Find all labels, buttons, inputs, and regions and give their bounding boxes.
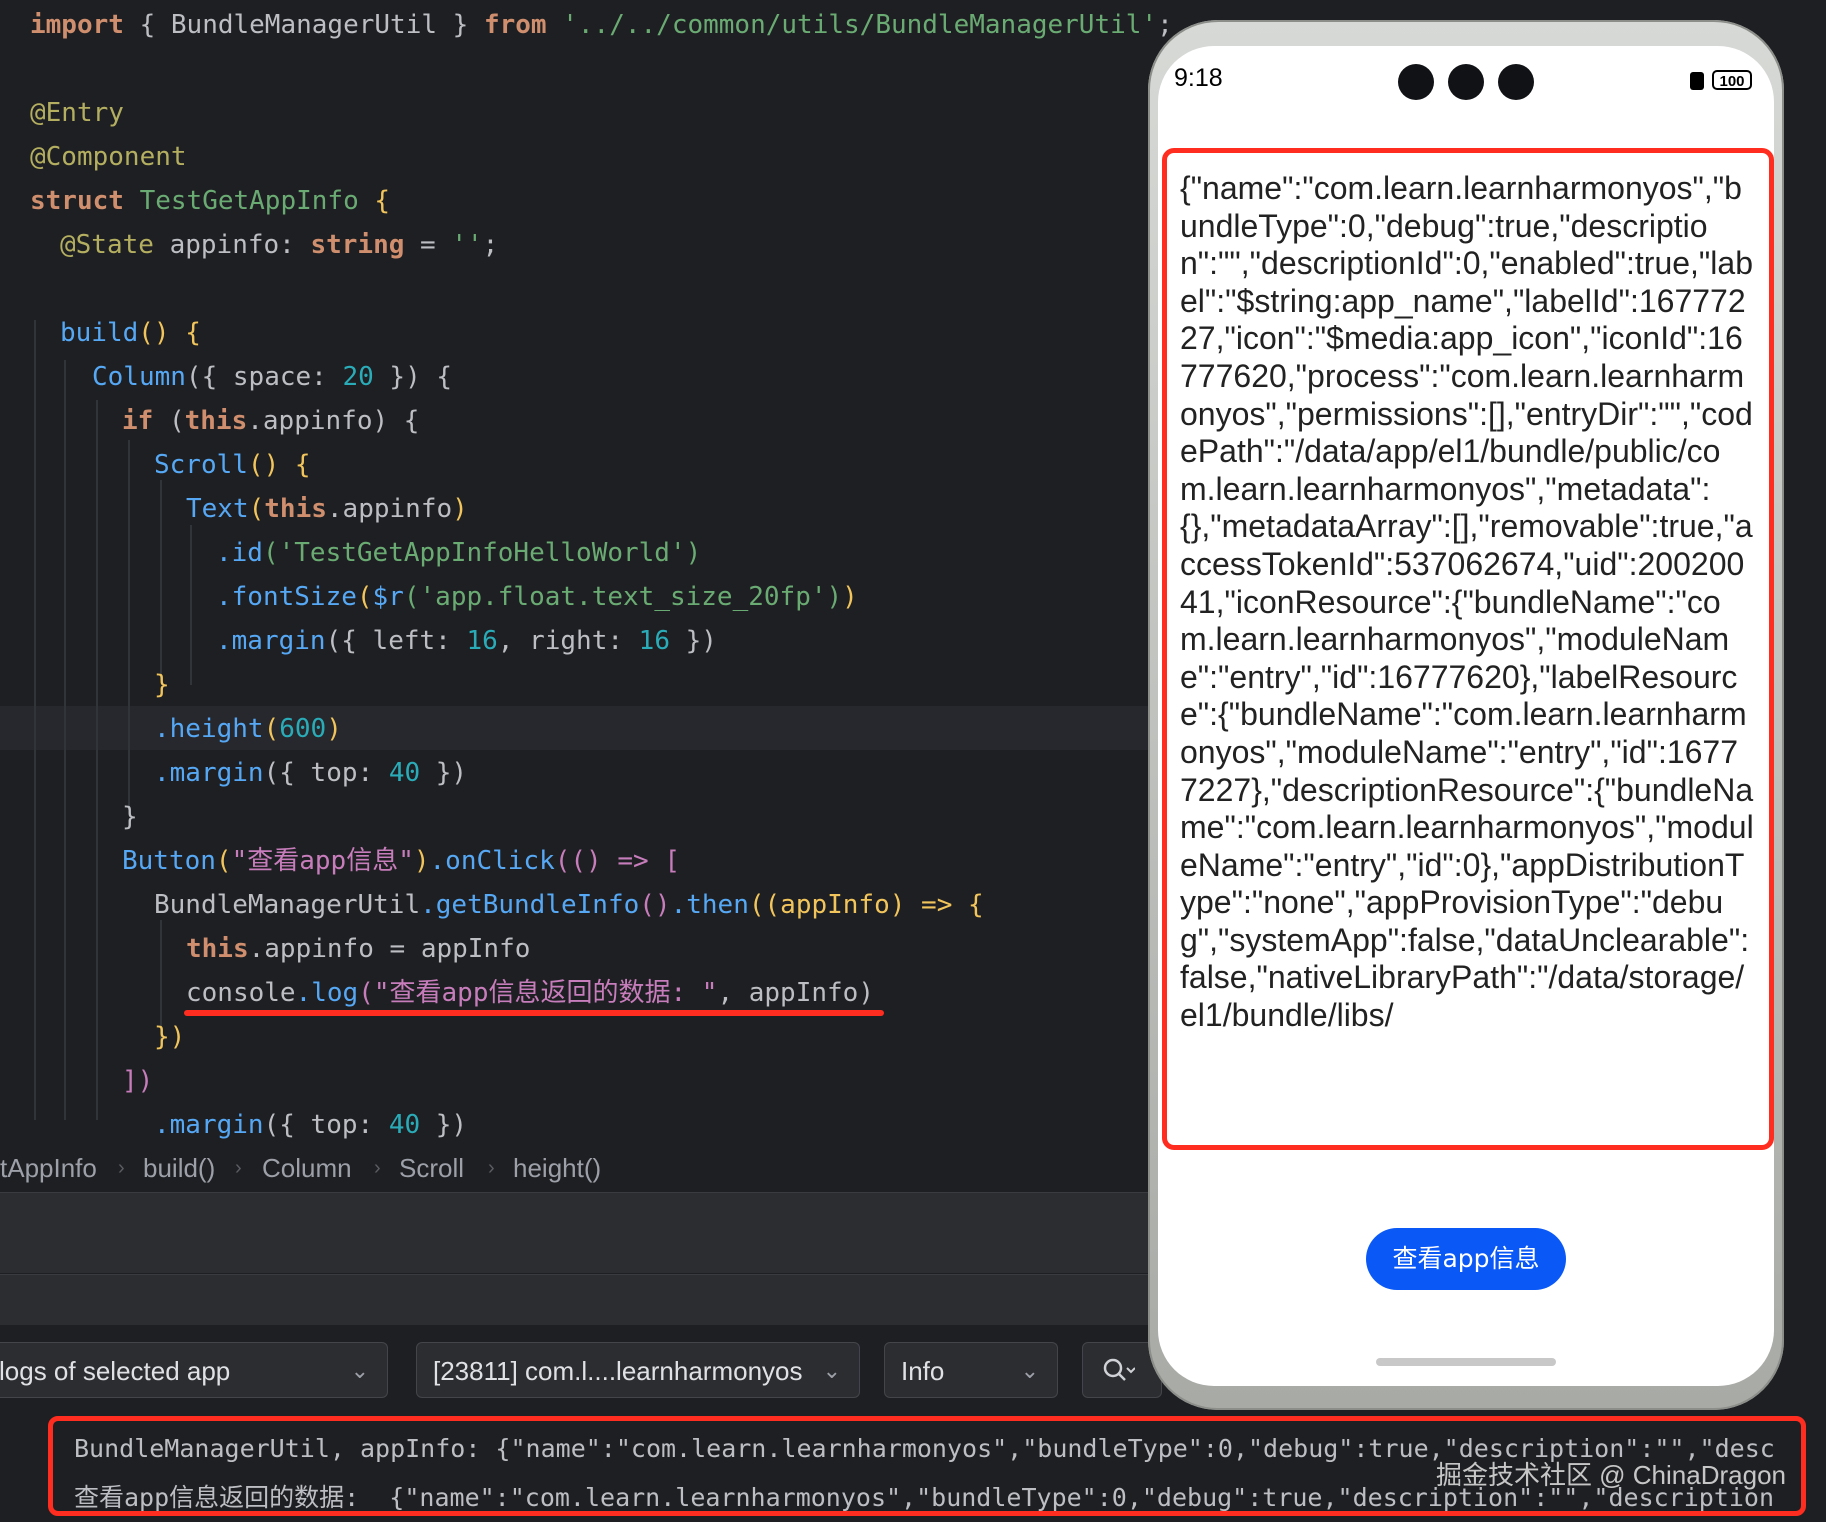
search-icon xyxy=(1103,1358,1135,1381)
chevron-down-icon: ⌄ xyxy=(350,1358,369,1383)
indent-guide xyxy=(64,360,66,1120)
code-line-component: @Component xyxy=(30,142,187,172)
code-line-close-if: } xyxy=(122,802,138,832)
red-underline xyxy=(184,1010,884,1016)
code-line-height: .height(600) xyxy=(154,714,342,744)
view-app-info-button[interactable]: 查看app信息 xyxy=(1366,1228,1566,1290)
code-line-margin: .margin({ left: 16, right: 16 }) xyxy=(216,626,717,656)
panel-header xyxy=(0,1192,1160,1273)
indent-guide xyxy=(128,440,130,810)
process-label: [23811] com.l....learnharmonyos xyxy=(433,1356,803,1386)
breadcrumb: tAppInfo › build() › Column › Scroll › h… xyxy=(0,1148,1160,1188)
code-line-close-then: }) xyxy=(154,1022,186,1052)
code-line-fontsize: .fontSize($r('app.float.text_size_20fp')… xyxy=(216,582,858,612)
code-line-column: Column({ space: 20 }) { xyxy=(92,362,453,392)
camera-icon xyxy=(1448,64,1484,100)
lock-icon xyxy=(1690,72,1704,90)
app-info-highlight-box xyxy=(1162,148,1774,1150)
indent-guide xyxy=(190,525,192,685)
process-dropdown[interactable]: [23811] com.l....learnharmonyos ⌄ xyxy=(416,1342,860,1398)
log-level-label: Info xyxy=(901,1356,945,1386)
log-level-dropdown[interactable]: Info ⌄ xyxy=(884,1342,1058,1398)
breadcrumb-separator-icon: › xyxy=(488,1157,495,1179)
watermark: 掘金技术社区 @ ChinaDragon xyxy=(1435,1460,1786,1490)
battery-icon: 100 xyxy=(1712,70,1752,90)
indent-guide xyxy=(96,400,98,1120)
code-line-scroll: Scroll() { xyxy=(154,450,311,480)
code-line-build: build() { xyxy=(60,318,201,348)
code-line-close-scroll: } xyxy=(154,670,170,700)
code-line-state: @State appinfo: string = ''; xyxy=(60,230,499,260)
code-line-assign: this.appinfo = appInfo xyxy=(186,934,531,964)
code-line-text: Text(this.appinfo) xyxy=(186,494,468,524)
breadcrumb-item-column[interactable]: Column xyxy=(262,1148,352,1188)
breadcrumb-item-height[interactable]: height() xyxy=(513,1148,601,1188)
code-line-import: import { BundleManagerUtil } from '../..… xyxy=(30,10,1173,40)
breadcrumb-separator-icon: › xyxy=(118,1157,125,1179)
code-line-getbundleinfo: BundleManagerUtil.getBundleInfo().then((… xyxy=(154,890,984,920)
indent-guide xyxy=(34,320,36,1120)
code-line-id: .id('TestGetAppInfoHelloWorld') xyxy=(216,538,702,568)
camera-icon xyxy=(1398,64,1434,100)
code-line-struct: struct TestGetAppInfo { xyxy=(30,186,391,216)
home-indicator[interactable] xyxy=(1376,1358,1556,1366)
code-line-if: if (this.appinfo) { xyxy=(122,406,420,436)
panel-subheader xyxy=(0,1274,1160,1325)
breadcrumb-separator-icon: › xyxy=(235,1157,242,1179)
status-time: 9:18 xyxy=(1174,64,1223,92)
code-line-close-onclick: ]) xyxy=(122,1066,154,1096)
log-filter-label: logs of selected app xyxy=(0,1356,231,1386)
chevron-down-icon: ⌄ xyxy=(1020,1358,1039,1383)
code-line-margin-top-2: .margin({ top: 40 }) xyxy=(154,1110,468,1140)
code-line-margin-top: .margin({ top: 40 }) xyxy=(154,758,468,788)
breadcrumb-separator-icon: › xyxy=(374,1157,381,1179)
camera-icon xyxy=(1498,64,1534,100)
code-line-console-log: console.log("查看app信息返回的数据: ", appInfo) xyxy=(186,978,874,1008)
breadcrumb-item-scroll[interactable]: Scroll xyxy=(399,1148,464,1188)
breadcrumb-item-struct[interactable]: tAppInfo xyxy=(0,1148,97,1188)
indent-guide xyxy=(160,480,162,680)
chevron-down-icon: ⌄ xyxy=(822,1358,841,1383)
breadcrumb-item-build[interactable]: build() xyxy=(143,1148,215,1188)
code-line-button: Button("查看app信息").onClick(() => [ xyxy=(122,846,680,876)
code-line-entry: @Entry xyxy=(30,98,124,128)
log-filter-dropdown[interactable]: logs of selected app ⌄ xyxy=(0,1342,388,1398)
